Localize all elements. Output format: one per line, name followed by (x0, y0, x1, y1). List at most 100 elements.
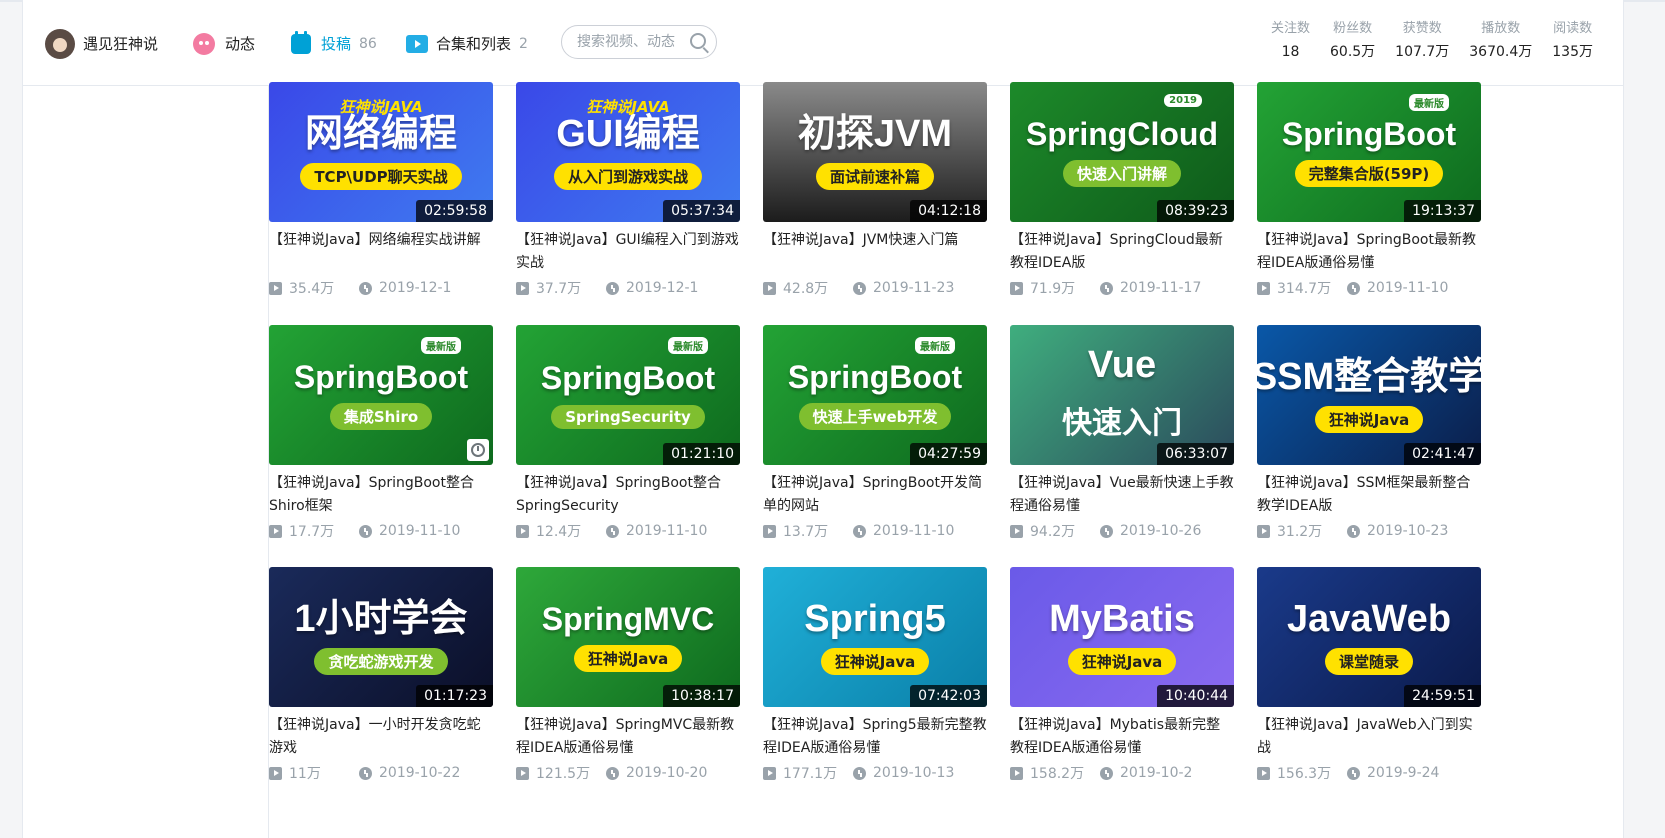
nav-contrib[interactable]: 投稿 86 (291, 2, 377, 85)
video-thumbnail[interactable]: Vue 快速入门 06:33:07 (1010, 325, 1234, 465)
video-card[interactable]: 2019 SpringCloud 快速入门讲解 08:39:23 【狂神说Java】Sp… (1010, 82, 1234, 298)
video-title[interactable]: 【狂神说Java】Spring5最新完整教程IDEA版通俗易懂 (763, 714, 987, 760)
clock-icon (606, 281, 619, 295)
video-duration: 08:39:23 (1157, 200, 1234, 222)
upload-date: 2019-12-1 (626, 280, 699, 296)
video-thumbnail[interactable]: 最新版 SpringBoot 集成Shiro (269, 325, 493, 465)
stat-reads: 阅读数 135万 (1552, 20, 1593, 61)
video-title[interactable]: 【狂神说Java】网络编程实战讲解 (269, 229, 493, 275)
video-card[interactable]: 最新版 SpringBoot 快速上手web开发 04:27:59 【狂神说Java】S… (763, 325, 987, 541)
search-input[interactable] (575, 33, 689, 51)
upload-date: 2019-10-13 (873, 765, 955, 781)
video-title[interactable]: 【狂神说Java】GUI编程入门到游戏实战 (516, 229, 740, 275)
nav-dynamic[interactable]: 动态 (193, 2, 255, 85)
stat-label: 获赞数 (1402, 21, 1442, 36)
thumbnail-subtitle: 贪吃蛇游戏开发 (314, 648, 448, 676)
video-thumbnail[interactable]: JavaWeb 课堂随录 24:59:51 (1257, 567, 1481, 707)
play-count-icon (516, 281, 529, 295)
video-meta: 177.1万 2019-10-13 (763, 763, 987, 783)
video-title[interactable]: 【狂神说Java】Vue最新快速上手教程通俗易懂 (1010, 472, 1234, 518)
video-thumbnail[interactable]: 最新版 SpringBoot SpringSecurity 01:21:10 (516, 325, 740, 465)
search-icon[interactable] (690, 33, 706, 49)
video-card[interactable]: 初探JVM 面试前速补篇 04:12:18 【狂神说Java】JVM快速入门篇 42.8… (763, 82, 987, 298)
stat-following[interactable]: 关注数 18 (1271, 20, 1310, 61)
video-card[interactable]: 狂神说JAVA 网络编程 TCP\UDP聊天实战 02:59:58 【狂神说Java】网… (269, 82, 493, 298)
video-card[interactable]: 1小时学会 贪吃蛇游戏开发 01:17:23 【狂神说Java】一小时开发贪吃蛇游戏 1… (269, 567, 493, 783)
video-thumbnail[interactable]: 狂神说JAVA 网络编程 TCP\UDP聊天实战 02:59:58 (269, 82, 493, 222)
thumbnail-title: SpringBoot (540, 360, 716, 397)
video-duration: 02:41:47 (1404, 443, 1481, 465)
upload-date: 2019-11-10 (626, 523, 708, 539)
thumbnail-subtitle: TCP\UDP聊天实战 (300, 163, 462, 191)
thumbnail-title: SpringBoot (787, 358, 963, 395)
video-card[interactable]: Spring5 狂神说Java 07:42:03 【狂神说Java】Spring5最新… (763, 567, 987, 783)
video-title[interactable]: 【狂神说Java】SpringBoot整合Shiro框架 (269, 472, 493, 518)
thumbnail-badge: 最新版 (915, 337, 955, 354)
video-meta: 11万 2019-10-22 (269, 763, 493, 783)
nav-collection[interactable]: 合集和列表 2 (406, 2, 528, 85)
thumbnail-title: Spring5 (804, 597, 946, 640)
video-thumbnail[interactable]: 初探JVM 面试前速补篇 04:12:18 (763, 82, 987, 222)
video-card[interactable]: SSM整合教学 狂神说Java 02:41:47 【狂神说Java】SSM框架最新整合… (1257, 325, 1481, 541)
stat-value: 18 (1281, 44, 1300, 60)
video-thumbnail[interactable]: 2019 SpringCloud 快速入门讲解 08:39:23 (1010, 82, 1234, 222)
clock-icon (606, 766, 619, 780)
video-duration: 01:17:23 (416, 685, 493, 707)
view-count: 11万 (289, 766, 321, 782)
video-title[interactable]: 【狂神说Java】Mybatis最新完整教程IDEA版通俗易懂 (1010, 714, 1234, 760)
upload-date: 2019-10-22 (379, 765, 461, 781)
video-card[interactable]: JavaWeb 课堂随录 24:59:51 【狂神说Java】JavaWeb入门到实战… (1257, 567, 1481, 783)
video-title[interactable]: 【狂神说Java】JavaWeb入门到实战 (1257, 714, 1481, 760)
upload-date: 2019-11-10 (379, 523, 461, 539)
video-title[interactable]: 【狂神说Java】SpringBoot开发简单的网站 (763, 472, 987, 518)
view-count: 37.7万 (536, 281, 582, 297)
video-card[interactable]: 最新版 SpringBoot SpringSecurity 01:21:10 【狂神说J… (516, 325, 740, 541)
play-count-icon (516, 524, 529, 538)
video-title[interactable]: 【狂神说Java】一小时开发贪吃蛇游戏 (269, 714, 493, 760)
thumbnail-title: SpringMVC (541, 600, 715, 637)
username: 遇见狂神说 (83, 35, 159, 53)
video-thumbnail[interactable]: MyBatis 狂神说Java 10:40:44 (1010, 567, 1234, 707)
thumbnail-title: 初探JVM (797, 112, 953, 155)
video-card[interactable]: 狂神说JAVA GUI编程 从入门到游戏实战 05:37:34 【狂神说Java】GUI… (516, 82, 740, 298)
video-thumbnail[interactable]: 最新版 SpringBoot 快速上手web开发 04:27:59 (763, 325, 987, 465)
video-duration: 10:38:17 (663, 685, 740, 707)
video-thumbnail[interactable]: 最新版 SpringBoot 完整集合版(59P) 19:13:37 (1257, 82, 1481, 222)
thumbnail-badge: 最新版 (421, 337, 461, 354)
video-thumbnail[interactable]: SpringMVC 狂神说Java 10:38:17 (516, 567, 740, 707)
video-card[interactable]: Vue 快速入门 06:33:07 【狂神说Java】Vue最新快速上手教程通俗易懂 9… (1010, 325, 1234, 541)
watch-later-icon[interactable] (467, 439, 489, 461)
clock-icon (1347, 766, 1360, 780)
video-title[interactable]: 【狂神说Java】SpringBoot最新教程IDEA版通俗易懂 (1257, 229, 1481, 275)
stat-followers[interactable]: 粉丝数 60.5万 (1330, 20, 1375, 61)
video-thumbnail[interactable]: 狂神说JAVA GUI编程 从入门到游戏实战 05:37:34 (516, 82, 740, 222)
video-duration: 02:59:58 (416, 200, 493, 222)
video-thumbnail[interactable]: Spring5 狂神说Java 07:42:03 (763, 567, 987, 707)
thumbnail-subtitle: 课堂随录 (1324, 648, 1413, 676)
view-count: 71.9万 (1030, 281, 1076, 297)
thumbnail-badge: 2019 (1164, 94, 1202, 107)
nav-dynamic-label: 动态 (225, 35, 256, 53)
video-title[interactable]: 【狂神说Java】SpringCloud最新教程IDEA版 (1010, 229, 1234, 275)
view-count: 31.2万 (1277, 524, 1323, 540)
video-title[interactable]: 【狂神说Java】SSM框架最新整合教学IDEA版 (1257, 472, 1481, 518)
avatar (45, 28, 75, 59)
video-title[interactable]: 【狂神说Java】SpringBoot整合SpringSecurity (516, 472, 740, 518)
thumbnail-subtitle: 狂神说Java (820, 648, 930, 676)
video-thumbnail[interactable]: 1小时学会 贪吃蛇游戏开发 01:17:23 (269, 567, 493, 707)
search-box (561, 25, 717, 59)
video-card[interactable]: 最新版 SpringBoot 集成Shiro 【狂神说Java】SpringBoot整… (269, 325, 493, 541)
upload-date: 2019-11-10 (873, 523, 955, 539)
video-thumbnail[interactable]: SSM整合教学 狂神说Java 02:41:47 (1257, 325, 1481, 465)
nav-home[interactable]: 遇见狂神说 (45, 2, 158, 85)
stat-plays: 播放数 3670.4万 (1469, 20, 1532, 61)
play-count-icon (1010, 281, 1023, 295)
stat-label: 播放数 (1481, 21, 1521, 36)
thumbnail-title: SpringBoot (1281, 115, 1457, 152)
video-card[interactable]: MyBatis 狂神说Java 10:40:44 【狂神说Java】Mybatis最新… (1010, 567, 1234, 783)
video-card[interactable]: 最新版 SpringBoot 完整集合版(59P) 19:13:37 【狂神说Java】… (1257, 82, 1481, 298)
video-title[interactable]: 【狂神说Java】JVM快速入门篇 (763, 229, 987, 275)
video-title[interactable]: 【狂神说Java】SpringMVC最新教程IDEA版通俗易懂 (516, 714, 740, 760)
video-card[interactable]: SpringMVC 狂神说Java 10:38:17 【狂神说Java】SpringM… (516, 567, 740, 783)
thumbnail-badge: 最新版 (1409, 94, 1449, 111)
